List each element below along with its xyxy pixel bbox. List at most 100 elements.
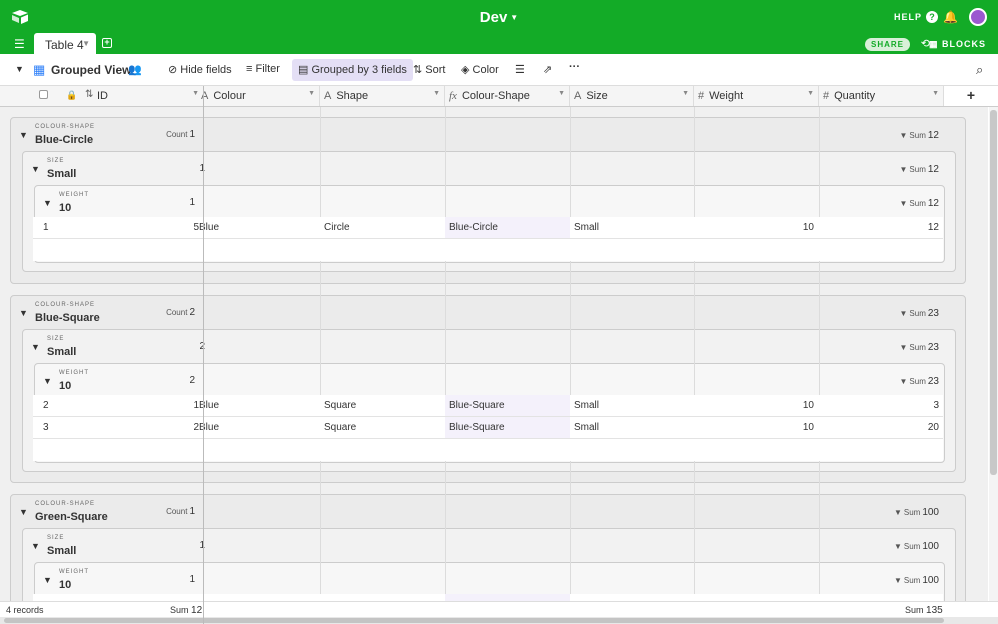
group-sum[interactable]: ▼ Sum 12 xyxy=(881,164,940,175)
cell-colour[interactable]: Blue xyxy=(199,422,319,433)
question-icon[interactable]: ? xyxy=(926,11,938,23)
column-divider xyxy=(819,107,820,601)
primary-column-header[interactable]: 🔒 ⇅ ID ▼ xyxy=(0,86,204,106)
collapse-group-icon[interactable]: ▼ xyxy=(31,342,40,352)
cell-weight[interactable]: 10 xyxy=(694,222,814,233)
group-sum[interactable]: ▼ Sum 23 xyxy=(881,342,940,353)
table-row[interactable]: 2 1 Blue Square Blue-Square Small 10 3 xyxy=(33,395,943,417)
base-title[interactable]: Dev ▼ xyxy=(0,9,998,26)
column-header-shape[interactable]: A Shape ▼ xyxy=(320,86,445,106)
chevron-down-icon[interactable]: ▼ xyxy=(433,90,440,97)
chevron-down-icon[interactable]: ▼ xyxy=(807,90,814,97)
tab-table-4[interactable]: Table 4 ▼ xyxy=(34,33,96,54)
cell-colour-shape[interactable]: Blue-Circle xyxy=(449,222,498,233)
cell-size[interactable]: Small xyxy=(574,422,599,433)
cell-colour-shape[interactable]: Blue-Square xyxy=(449,422,505,433)
group-sum[interactable]: ▼ Sum 12 xyxy=(881,198,940,209)
sum-value: 100 xyxy=(922,541,939,552)
cell-weight[interactable]: 10 xyxy=(694,422,814,433)
avatar[interactable] xyxy=(969,8,987,26)
help-button[interactable]: HELP xyxy=(894,12,922,22)
paint-bucket-icon: ◈ xyxy=(461,64,473,76)
collapse-sidebar-icon[interactable]: ▼ xyxy=(15,64,24,74)
sort-icon: ⇅ xyxy=(85,89,94,100)
table-row[interactable]: 3 2 Blue Square Blue-Square Small 10 20 xyxy=(33,417,943,439)
column-header-colour[interactable]: A Colour ▼ xyxy=(199,86,320,106)
collapse-group-icon[interactable]: ▼ xyxy=(31,164,40,174)
add-row-placeholder[interactable] xyxy=(33,439,943,461)
cell-size[interactable]: Small xyxy=(574,400,599,411)
count-value: 2 xyxy=(189,307,195,318)
view-name[interactable]: Grouped View xyxy=(51,63,131,77)
frozen-column-divider[interactable] xyxy=(203,86,204,624)
add-field-button[interactable]: + xyxy=(944,86,998,106)
chevron-down-icon[interactable]: ▼ xyxy=(558,90,565,97)
add-table-icon[interactable]: + xyxy=(102,38,112,48)
horizontal-scrollbar-thumb[interactable] xyxy=(4,618,944,623)
cell-quantity[interactable]: 12 xyxy=(819,222,939,233)
hide-fields-button[interactable]: ⊘ Hide fields xyxy=(168,63,232,76)
cell-shape[interactable]: Circle xyxy=(324,222,350,233)
group-icon: ▤ xyxy=(298,64,312,76)
collapse-group-icon[interactable]: ▼ xyxy=(19,507,28,517)
count-label: Count xyxy=(166,130,188,139)
share-button[interactable]: SHARE xyxy=(864,38,910,51)
cell-colour[interactable]: Blue xyxy=(199,222,319,233)
collapse-group-icon[interactable]: ▼ xyxy=(43,198,52,208)
filter-button[interactable]: ≡ Filter xyxy=(246,63,280,75)
group-sum[interactable]: ▼ Sum 23 xyxy=(881,308,940,319)
cell-shape[interactable]: Square xyxy=(324,422,356,433)
collapse-group-icon[interactable]: ▼ xyxy=(43,376,52,386)
cell-shape[interactable]: Square xyxy=(324,400,356,411)
sum-label: Sum xyxy=(170,605,189,615)
collapse-group-icon[interactable]: ▼ xyxy=(19,130,28,140)
column-header-size[interactable]: A Size ▼ xyxy=(570,86,694,106)
group-sum[interactable]: ▼ Sum 12 xyxy=(881,130,940,141)
cell-quantity[interactable]: 3 xyxy=(819,400,939,411)
cell-id[interactable]: 1 xyxy=(183,400,199,411)
add-row-placeholder[interactable] xyxy=(33,239,943,261)
footer-sum-left[interactable]: Sum 12 xyxy=(170,605,202,616)
vertical-scrollbar-thumb[interactable] xyxy=(990,110,997,475)
search-icon[interactable]: ⌕ xyxy=(976,62,983,78)
chevron-down-icon[interactable]: ▼ xyxy=(308,90,315,97)
cell-colour-shape[interactable]: Blue-Square xyxy=(449,400,505,411)
sort-button[interactable]: ⇅ Sort xyxy=(413,63,445,76)
collaborators-icon[interactable]: 👥 xyxy=(128,63,142,76)
footer-sum-right[interactable]: Sum 135 xyxy=(905,605,943,616)
bell-icon[interactable]: 🔔 xyxy=(943,10,958,24)
table-row[interactable]: 1 5 Blue Circle Blue-Circle Small 10 12 xyxy=(33,217,943,239)
blocks-button[interactable]: ▦ BLOCKS xyxy=(929,39,986,50)
chevron-down-icon[interactable]: ▼ xyxy=(192,90,199,97)
group-sum[interactable]: ▼ Sum 23 xyxy=(881,376,940,387)
cell-quantity[interactable]: 20 xyxy=(819,422,939,433)
chevron-down-icon[interactable]: ▼ xyxy=(682,90,689,97)
select-all-checkbox[interactable] xyxy=(39,90,48,99)
chevron-down-icon[interactable]: ▼ xyxy=(932,90,939,97)
collapse-group-icon[interactable]: ▼ xyxy=(19,308,28,318)
group-sum[interactable]: ▼ Sum 100 xyxy=(876,507,939,518)
column-header-quantity[interactable]: # Quantity ▼ xyxy=(819,86,944,106)
group-sum[interactable]: ▼ Sum 100 xyxy=(876,541,939,552)
column-header-colour-shape[interactable]: fx Colour-Shape ▼ xyxy=(445,86,570,106)
share-view-icon[interactable]: ⇗ xyxy=(543,63,552,76)
cell-colour[interactable]: Blue xyxy=(199,400,319,411)
chevron-down-icon[interactable]: ▼ xyxy=(82,39,90,48)
color-button[interactable]: ◈ Color xyxy=(461,63,499,76)
collapse-group-icon[interactable]: ▼ xyxy=(43,575,52,585)
cell-weight[interactable]: 10 xyxy=(694,400,814,411)
cell-size[interactable]: Small xyxy=(574,222,599,233)
group-count: 1 xyxy=(163,540,205,551)
collapse-group-icon[interactable]: ▼ xyxy=(31,541,40,551)
group-sum[interactable]: ▼ Sum 100 xyxy=(876,575,939,586)
cell-id[interactable]: 5 xyxy=(183,222,199,233)
group-button[interactable]: ▤ Grouped by 3 fields xyxy=(292,59,413,81)
column-header-weight[interactable]: # Weight ▼ xyxy=(694,86,819,106)
hamburger-menu-icon[interactable]: ☰ xyxy=(14,38,25,50)
cell-id[interactable]: 2 xyxy=(183,422,199,433)
more-options-icon[interactable]: ··· xyxy=(569,61,580,73)
table-row[interactable] xyxy=(33,594,943,601)
hide-fields-label: Hide fields xyxy=(180,64,232,76)
row-height-icon[interactable]: ☰ xyxy=(515,63,525,76)
column-header-label: Quantity xyxy=(834,90,876,102)
